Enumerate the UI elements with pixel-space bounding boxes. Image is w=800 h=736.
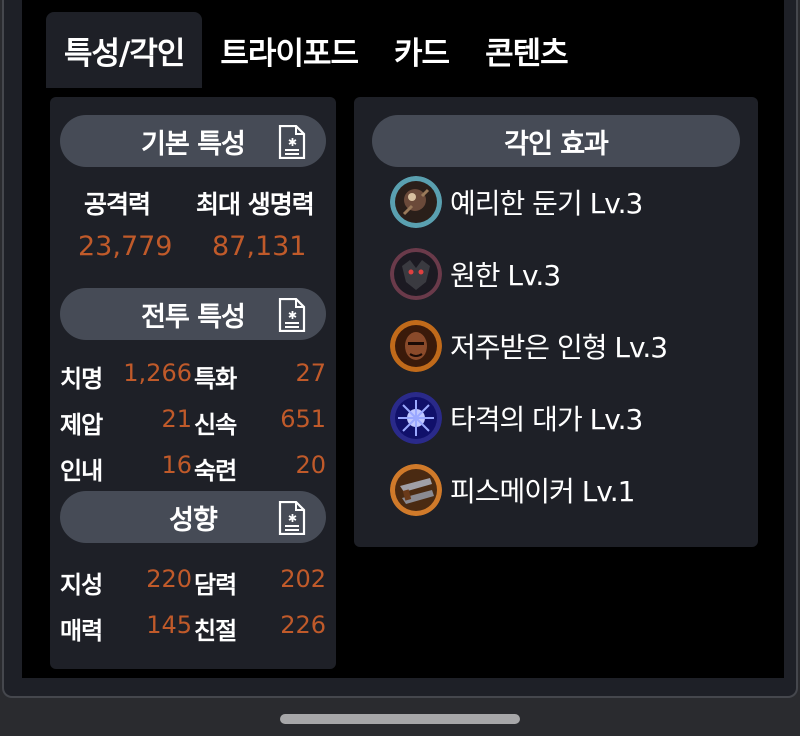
combat-stat-row: 제압 21 신속 651 <box>60 405 326 445</box>
stat-value: 220 <box>146 565 192 593</box>
stat-value: 202 <box>280 565 326 593</box>
tendency-header: 성향 ✱ <box>60 491 326 543</box>
tab-contents[interactable]: 콘텐츠 <box>467 12 586 88</box>
engraving-item[interactable]: 저주받은 인형 Lv.3 <box>390 319 668 373</box>
stat-label: 특화 <box>194 365 237 393</box>
attack-value: 23,779 <box>78 231 173 262</box>
svg-text:✱: ✱ <box>288 136 297 149</box>
engraving-name: 저주받은 인형 Lv.3 <box>450 331 668 364</box>
peacemaker-icon <box>390 464 442 516</box>
content-area: 특성/각인 트라이포드 카드 콘텐츠 기본 특성 ✱ 공격력 최대 생명력 23… <box>22 0 784 678</box>
blunt-weapon-icon <box>390 176 442 228</box>
document-icon[interactable]: ✱ <box>278 125 306 159</box>
stat-value: 20 <box>295 451 326 479</box>
tab-cards[interactable]: 카드 <box>376 12 467 88</box>
engravings-header: 각인 효과 <box>372 115 740 167</box>
tab-bar: 특성/각인 트라이포드 카드 콘텐츠 <box>46 12 586 88</box>
combat-stat-row: 치명 1,266 특화 27 <box>60 359 326 399</box>
stat-label: 담력 <box>194 571 237 599</box>
basic-stats-header: 기본 특성 ✱ <box>60 115 326 167</box>
combat-stats-header: 전투 특성 ✱ <box>60 288 326 340</box>
stat-label: 친절 <box>194 617 237 645</box>
stat-label: 매력 <box>60 617 103 645</box>
document-icon[interactable]: ✱ <box>278 501 306 535</box>
stat-value: 145 <box>146 611 192 639</box>
stat-label: 신속 <box>194 411 237 439</box>
max-hp-label: 최대 생명력 <box>196 190 315 219</box>
engraving-name: 예리한 둔기 Lv.3 <box>450 187 643 220</box>
stat-value: 27 <box>295 359 326 387</box>
stat-value: 1,266 <box>123 359 192 387</box>
document-icon[interactable]: ✱ <box>278 298 306 332</box>
max-hp-value: 87,131 <box>212 231 307 262</box>
tendency-title: 성향 <box>169 504 218 536</box>
engraving-name: 타격의 대가 Lv.3 <box>450 403 643 436</box>
combat-stats-title: 전투 특성 <box>141 301 246 333</box>
stats-panel: 기본 특성 ✱ 공격력 최대 생명력 23,779 87,131 전투 특성 ✱… <box>50 97 336 669</box>
stat-label: 치명 <box>60 365 103 393</box>
app-frame: 특성/각인 트라이포드 카드 콘텐츠 기본 특성 ✱ 공격력 최대 생명력 23… <box>2 0 798 698</box>
stat-label: 숙련 <box>194 457 237 485</box>
stat-value: 21 <box>161 405 192 433</box>
hit-master-icon <box>390 392 442 444</box>
engravings-title: 각인 효과 <box>504 128 609 160</box>
engraving-name: 피스메이커 Lv.1 <box>450 475 635 508</box>
stat-value: 226 <box>280 611 326 639</box>
tab-tripods[interactable]: 트라이포드 <box>202 12 376 88</box>
engraving-item[interactable]: 예리한 둔기 Lv.3 <box>390 175 643 229</box>
stat-value: 16 <box>161 451 192 479</box>
home-indicator[interactable] <box>280 714 520 724</box>
stat-label: 제압 <box>60 411 103 439</box>
engraving-item[interactable]: 원한 Lv.3 <box>390 247 561 301</box>
stat-label: 인내 <box>60 457 103 485</box>
engraving-item[interactable]: 타격의 대가 Lv.3 <box>390 391 643 445</box>
engraving-name: 원한 Lv.3 <box>450 259 561 292</box>
tendency-stat-row: 지성 220 담력 202 <box>60 565 326 605</box>
basic-stats-title: 기본 특성 <box>141 128 246 160</box>
tendency-stat-row: 매력 145 친절 226 <box>60 611 326 651</box>
combat-stat-row: 인내 16 숙련 20 <box>60 451 326 491</box>
stat-value: 651 <box>280 405 326 433</box>
tab-traits-engravings[interactable]: 특성/각인 <box>46 12 203 88</box>
engraving-item[interactable]: 피스메이커 Lv.1 <box>390 463 635 517</box>
svg-text:✱: ✱ <box>288 512 297 525</box>
attack-label: 공격력 <box>84 190 151 219</box>
engravings-panel: 각인 효과 예리한 둔기 Lv.3 원한 Lv.3 저주받은 인형 Lv.3 타… <box>354 97 758 547</box>
grudge-icon <box>390 248 442 300</box>
cursed-doll-icon <box>390 320 442 372</box>
svg-text:✱: ✱ <box>288 309 297 322</box>
stat-label: 지성 <box>60 571 103 599</box>
